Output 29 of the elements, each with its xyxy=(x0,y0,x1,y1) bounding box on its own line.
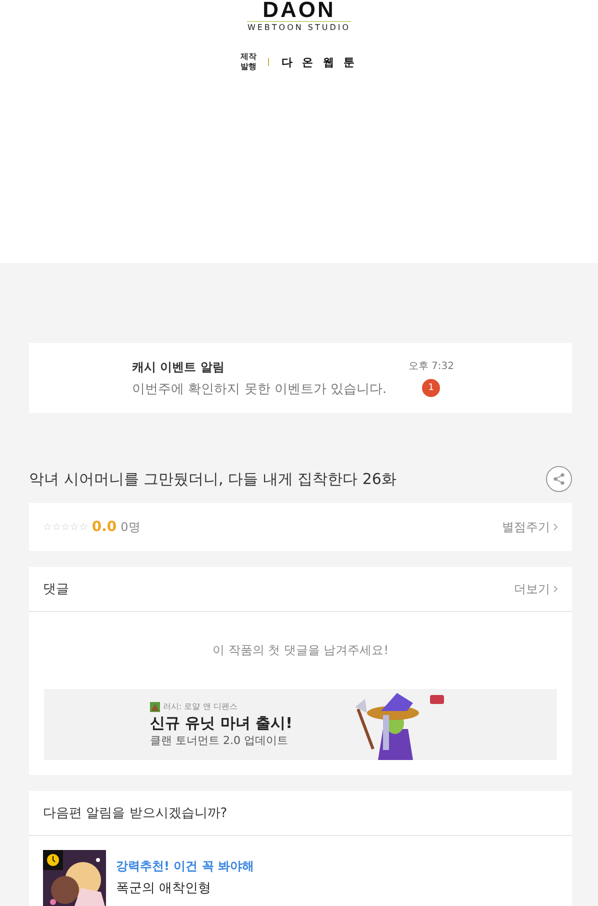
chevron-icon xyxy=(553,585,558,593)
logo: DAON xyxy=(262,0,336,20)
share-button[interactable] xyxy=(546,466,572,492)
ad-headline: 신규 유닛 마녀 출시! xyxy=(150,714,293,733)
credit-label: 제작 발행 xyxy=(240,52,256,72)
share-icon xyxy=(552,472,566,486)
ad-subline: 클랜 토너먼트 2.0 업데이트 xyxy=(150,733,289,748)
comments-title: 댓글 xyxy=(43,581,69,598)
recommendation-tag: 강력추천! 이건 꼭 봐야해 xyxy=(116,858,254,875)
game-icon xyxy=(150,702,160,712)
notice-card[interactable]: 캐시 이벤트 알림 이번주에 확인하지 못한 이벤트가 있습니다. 오후 7:32 1 xyxy=(29,343,572,413)
next-question: 다음편 알림을 받으시겠습니까? xyxy=(29,791,572,836)
rating-count: 0명 xyxy=(120,518,140,536)
ad-banner[interactable]: 러시: 로얄 앤 디펜스 신규 유닛 마녀 출시! 클랜 토너먼트 2.0 업데이트 xyxy=(44,689,557,760)
publisher-name: 다 온 웹 툰 xyxy=(281,54,358,70)
chevron-icon xyxy=(553,523,558,531)
notice-title: 캐시 이벤트 알림 xyxy=(132,358,226,376)
more-link[interactable]: 더보기 xyxy=(514,580,558,598)
notice-message: 이번주에 확인하지 못한 이벤트가 있습니다. xyxy=(132,380,387,398)
empty-comments-message: 이 작품의 첫 댓글을 남겨주세요! xyxy=(211,642,390,659)
clock-icon xyxy=(43,850,63,870)
logo-subtitle: WEBTOON STUDIO xyxy=(247,21,351,32)
rating-score: 0.0 xyxy=(92,519,117,535)
ad-source: 러시: 로얄 앤 디펜스 xyxy=(163,701,238,712)
unread-badge: 1 xyxy=(422,379,440,397)
episode-title: 악녀 시어머니를 그만뒀더니, 다들 내게 집착한다 26화 xyxy=(29,470,396,488)
notice-time: 오후 7:32 xyxy=(408,360,454,373)
rate-link[interactable]: 별점주기 xyxy=(502,518,558,536)
series-title[interactable]: 폭군의 애착인형 xyxy=(116,879,254,897)
